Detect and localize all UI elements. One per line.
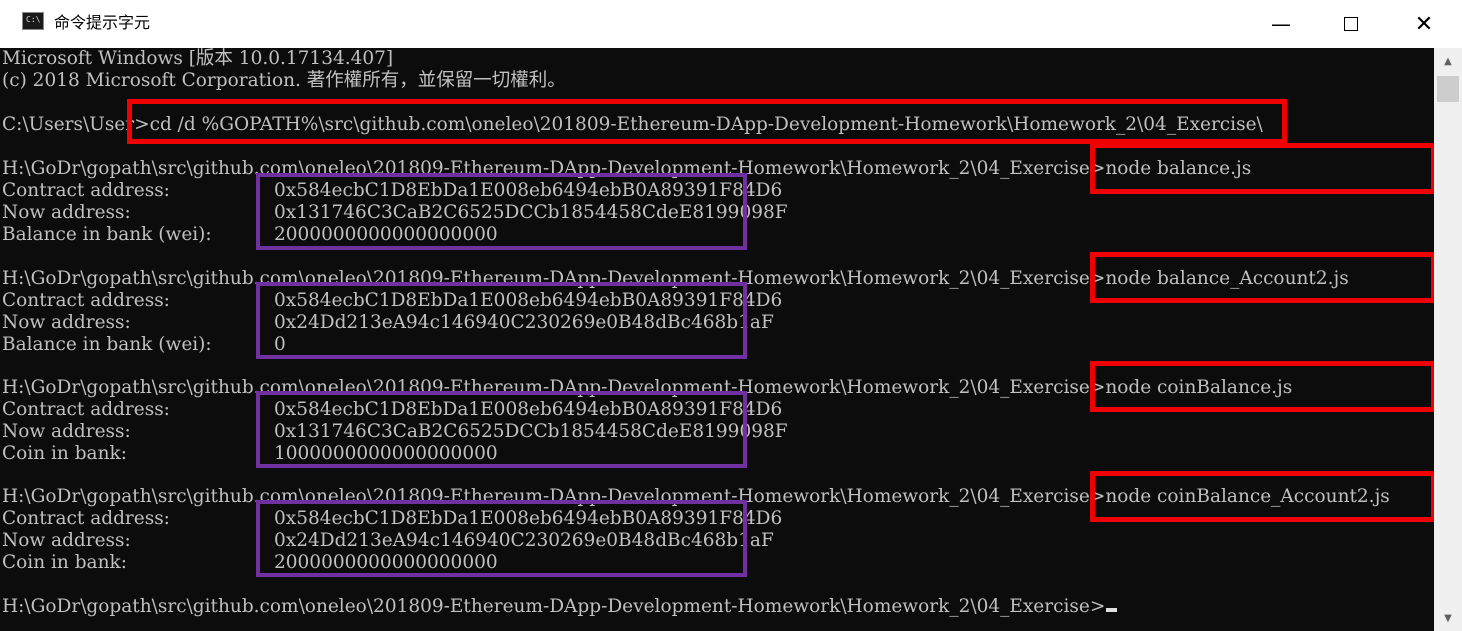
close-icon: ✕ (1414, 11, 1434, 37)
text-cursor (1106, 608, 1118, 612)
header-copyright-line: (c) 2018 Microsoft Corporation. 著作權所有，並保… (2, 70, 566, 91)
highlight-box-output (256, 500, 747, 577)
output-label: Now address: (2, 202, 131, 223)
highlight-box-output (256, 282, 747, 359)
scroll-down-icon: ▼ (1444, 612, 1452, 624)
console-app-icon[interactable]: C:\ (22, 12, 44, 30)
output-label: Coin in bank: (2, 443, 127, 464)
output-label: Now address: (2, 312, 131, 333)
output-label: Contract address: (2, 180, 170, 201)
highlight-box-output (256, 391, 747, 468)
output-label: Balance in bank (wei): (2, 224, 212, 245)
minimize-button[interactable]: — (1246, 0, 1316, 48)
highlight-box-command (1090, 361, 1434, 412)
highlight-box-command (1090, 143, 1434, 194)
window-title: 命令提示字元 (54, 13, 151, 32)
output-label: Contract address: (2, 508, 170, 529)
maximize-button[interactable] (1316, 0, 1386, 48)
output-label: Now address: (2, 530, 131, 551)
scroll-up-button[interactable]: ▲ (1434, 48, 1462, 74)
close-button[interactable]: ✕ (1389, 0, 1459, 48)
scroll-up-icon: ▲ (1444, 55, 1452, 67)
highlight-box-command (1090, 252, 1434, 303)
highlight-box-cd (127, 99, 1287, 144)
maximize-icon (1344, 17, 1358, 31)
output-label: Contract address: (2, 399, 170, 420)
console-output[interactable]: Microsoft Windows [版本 10.0.17134.407] (c… (0, 48, 1434, 631)
highlight-box-output (256, 173, 747, 250)
header-version-line: Microsoft Windows [版本 10.0.17134.407] (2, 48, 394, 69)
output-label: Now address: (2, 421, 131, 442)
current-prompt-line[interactable]: H:\GoDr\gopath\src\github.com\oneleo\201… (2, 596, 1118, 618)
output-label: Contract address: (2, 290, 170, 311)
vertical-scrollbar[interactable]: ▲ ▼ (1434, 48, 1462, 631)
highlight-box-command (1090, 471, 1434, 522)
scroll-down-button[interactable]: ▼ (1434, 605, 1462, 631)
title-bar[interactable]: C:\ 命令提示字元 — ✕ (0, 0, 1462, 48)
output-label: Balance in bank (wei): (2, 334, 212, 355)
output-label: Coin in bank: (2, 552, 127, 573)
prompt-text: H:\GoDr\gopath\src\github.com\oneleo\201… (2, 596, 1106, 617)
app-icon-label: C:\ (26, 15, 41, 24)
minimize-icon: — (1271, 12, 1291, 36)
scrollbar-thumb[interactable] (1437, 76, 1459, 102)
